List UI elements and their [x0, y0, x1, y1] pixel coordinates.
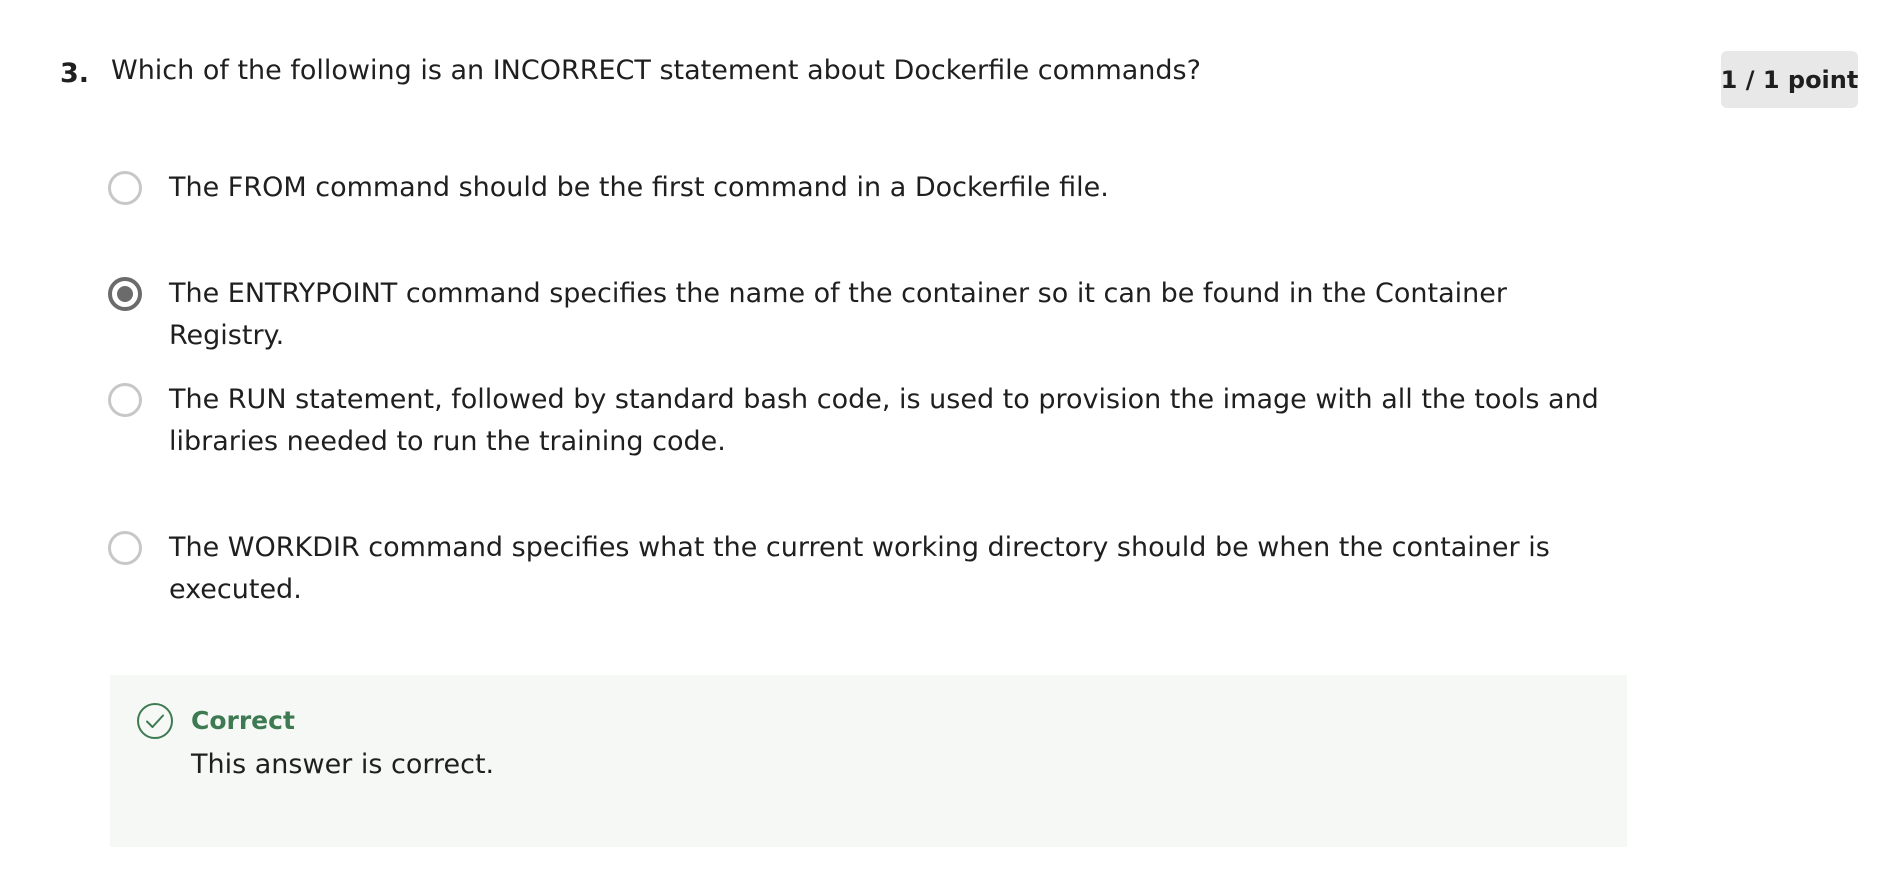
radio-button-1[interactable]: [108, 171, 142, 205]
question-text: Which of the following is an INCORRECT s…: [111, 55, 1201, 86]
check-circle-icon: [137, 703, 173, 739]
answer-option-label: The RUN statement, followed by standard …: [169, 384, 1599, 457]
feedback-panel: Correct This answer is correct.: [110, 675, 1627, 847]
quiz-question: 3. Which of the following is an INCORREC…: [0, 0, 1880, 896]
score-badge: 1 / 1 point: [1721, 51, 1858, 108]
answer-option-label: The WORKDIR command specifies what the c…: [169, 532, 1550, 605]
answer-option-label: The FROM command should be the first com…: [169, 172, 1109, 203]
radio-button-4[interactable]: [108, 531, 142, 565]
feedback-text: This answer is correct.: [191, 749, 495, 780]
radio-button-3[interactable]: [108, 383, 142, 417]
question-number: 3.: [60, 58, 90, 89]
feedback-title: Correct: [191, 706, 295, 735]
answer-option-label: The ENTRYPOINT command specifies the nam…: [169, 278, 1507, 351]
radio-button-2-selected[interactable]: [108, 277, 142, 311]
